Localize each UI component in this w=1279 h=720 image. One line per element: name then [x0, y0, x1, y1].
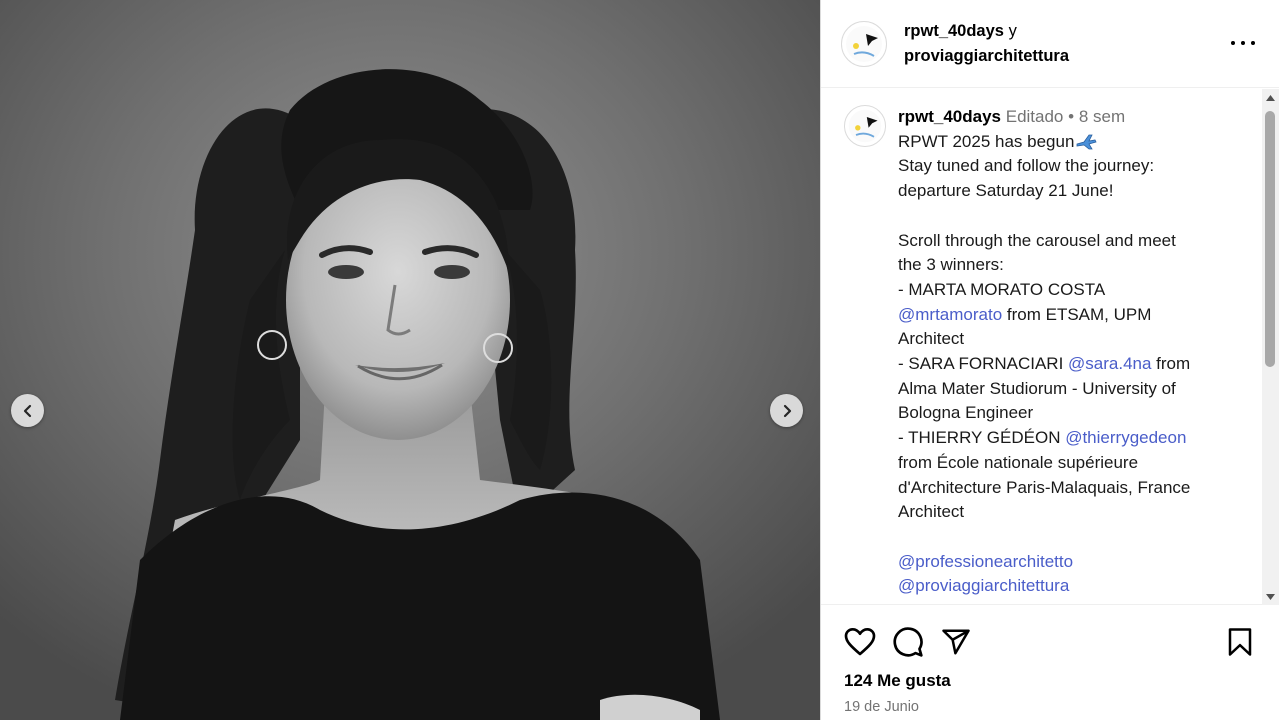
comment-icon — [893, 627, 923, 657]
chevron-right-icon — [783, 404, 791, 417]
heart-icon — [844, 628, 876, 656]
logo-icon — [846, 25, 882, 62]
caption: rpwt_40days Editado • 8 sem RPWT 2025 ha… — [844, 105, 1238, 599]
caption-line: Stay tuned and follow the journey: — [898, 156, 1155, 176]
mention-link[interactable]: @thierrygedeon — [1065, 428, 1186, 447]
caption-text: rpwt_40days Editado • 8 sem RPWT 2025 ha… — [898, 105, 1238, 599]
caption-username[interactable]: rpwt_40days — [898, 107, 1001, 126]
carousel-next-button[interactable] — [770, 394, 803, 427]
mention-link[interactable]: @professionearchitetto — [898, 550, 1238, 575]
winner-3-name: - THIERRY GÉDÉON — [898, 428, 1066, 448]
winner-1-role: Architect — [898, 329, 965, 349]
triangle-down-icon — [1266, 593, 1275, 600]
winner-3-school: d'Architecture Paris-Malaquais, France — [898, 477, 1191, 497]
comments-area[interactable]: rpwt_40days Editado • 8 sem RPWT 2025 ha… — [821, 89, 1262, 605]
edited-label: Editado — [1005, 107, 1064, 126]
author-conjunction: y — [1008, 21, 1017, 40]
post-actions — [843, 622, 1257, 662]
mention-link[interactable]: @sara.4na — [1068, 354, 1151, 373]
more-horizontal-icon — [1231, 41, 1235, 45]
logo-icon — [848, 109, 882, 143]
bookmark-icon — [1228, 628, 1252, 656]
winner-2-school: Bologna Engineer — [898, 403, 1034, 423]
meta-separator: • — [1068, 107, 1075, 126]
winner-3-school: from École nationale supérieure — [898, 452, 1139, 472]
caption-avatar[interactable] — [844, 105, 886, 147]
post-media — [0, 0, 820, 720]
comments-scrollbar[interactable] — [1262, 89, 1279, 605]
likes-count[interactable]: 124 Me gusta — [844, 671, 951, 691]
winner-2-name: - SARA FORNACIARI — [898, 354, 1069, 374]
chevron-left-icon — [23, 404, 31, 417]
like-button[interactable] — [843, 625, 877, 659]
post-time[interactable]: 8 sem — [1079, 107, 1125, 126]
carousel-prev-button[interactable] — [11, 394, 44, 427]
winner-2-school: Alma Mater Studiorum - University of — [898, 378, 1176, 398]
collaborator-username[interactable]: proviaggiarchitettura — [904, 44, 1069, 69]
portrait-photo — [0, 0, 820, 720]
caption-title: RPWT 2025 has begun — [898, 131, 1075, 151]
post-header: rpwt_40days y proviaggiarchitettura — [821, 0, 1279, 88]
winner-1-from: from ETSAM, UPM — [1002, 304, 1152, 324]
caption-line: departure Saturday 21 June! — [898, 181, 1114, 201]
winner-3-role: Architect — [898, 502, 965, 522]
scrollbar-thumb[interactable] — [1265, 111, 1275, 367]
winner-1-name: - MARTA MORATO COSTA — [898, 279, 1106, 299]
send-icon — [942, 629, 970, 655]
avatar[interactable] — [841, 20, 887, 67]
post-dialog: rpwt_40days y proviaggiarchitettura rpwt… — [0, 0, 1279, 720]
airplane-emoji-icon — [1077, 134, 1097, 150]
comment-button[interactable] — [891, 625, 925, 659]
save-button[interactable] — [1223, 625, 1257, 659]
scroll-down-button[interactable] — [1262, 588, 1279, 605]
author-username[interactable]: rpwt_40days — [904, 22, 1004, 40]
mention-link[interactable]: @proviaggiarchitettura — [898, 574, 1238, 599]
post-header-names: rpwt_40days y proviaggiarchitettura — [904, 19, 1069, 69]
scroll-up-button[interactable] — [1262, 89, 1279, 106]
caption-line: the 3 winners: — [898, 255, 1004, 275]
share-button[interactable] — [939, 625, 973, 659]
winner-2-from: from — [1151, 354, 1191, 374]
mention-link[interactable]: @mrtamorato — [898, 305, 1002, 324]
caption-line: Scroll through the carousel and meet — [898, 230, 1176, 250]
post-side-panel: rpwt_40days y proviaggiarchitettura rpwt… — [820, 0, 1279, 720]
more-options-button[interactable] — [1231, 31, 1255, 55]
triangle-up-icon — [1266, 94, 1275, 101]
post-date[interactable]: 19 de Junio — [844, 699, 919, 715]
